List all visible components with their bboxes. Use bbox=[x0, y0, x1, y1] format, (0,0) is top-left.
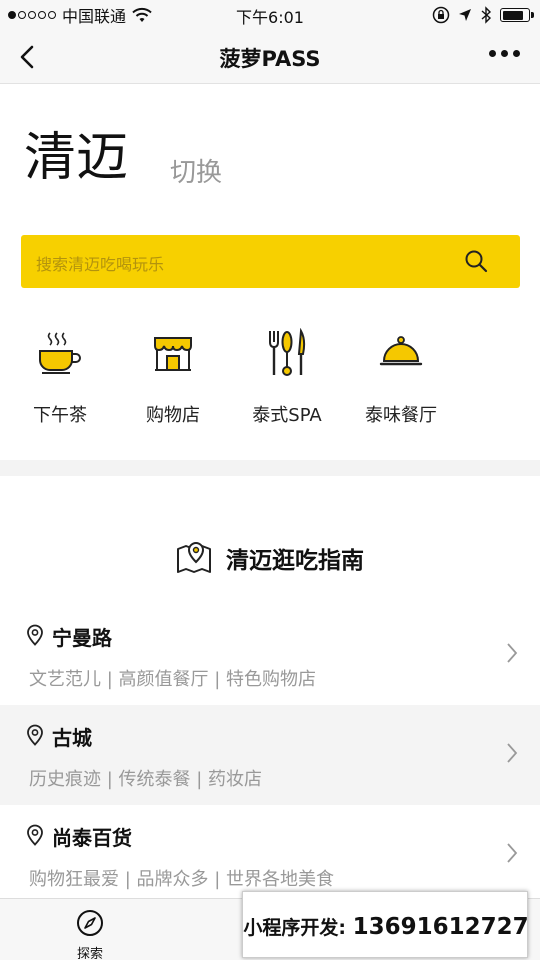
category-label: 泰味餐厅 bbox=[365, 405, 437, 426]
status-right bbox=[432, 5, 534, 25]
category-thai-restaurant[interactable]: 泰味餐厅 bbox=[341, 325, 461, 435]
location-arrow-icon bbox=[459, 9, 471, 21]
search-input[interactable]: 搜索清迈吃喝玩乐 bbox=[21, 235, 520, 288]
spa-tools-icon bbox=[257, 325, 317, 381]
area-tags: 购物狂最爱 | 品牌众多 | 世界各地美食 bbox=[29, 869, 335, 890]
area-tags: 历史痕迹 | 传统泰餐 | 药妆店 bbox=[29, 769, 263, 790]
promo-phone: 13691612727 bbox=[352, 914, 529, 940]
city-name: 清迈 bbox=[24, 128, 129, 188]
category-thai-spa[interactable]: 泰式SPA bbox=[227, 325, 347, 435]
list-item[interactable]: 古城 历史痕迹 | 传统泰餐 | 药妆店 bbox=[0, 705, 540, 805]
area-name: 尚泰百货 bbox=[52, 826, 132, 850]
guide-header: 清迈逛吃指南 bbox=[0, 538, 540, 578]
category-afternoon-tea[interactable]: 下午茶 bbox=[0, 325, 120, 435]
rotation-lock-icon bbox=[432, 6, 450, 24]
area-tags: 文艺范儿 | 高颜值餐厅 | 特色购物店 bbox=[29, 669, 317, 690]
category-shopping[interactable]: 购物店 bbox=[113, 325, 233, 435]
page-title: 菠萝PASS bbox=[219, 47, 321, 71]
category-label: 下午茶 bbox=[33, 405, 87, 426]
food-cloche-icon bbox=[371, 325, 431, 381]
promo-label: 小程序开发: bbox=[243, 917, 346, 939]
tab-explore[interactable]: 探索 bbox=[0, 899, 180, 960]
bluetooth-icon bbox=[481, 6, 492, 24]
battery-icon bbox=[500, 8, 534, 22]
location-pin-icon bbox=[27, 624, 43, 646]
chevron-right-icon bbox=[507, 743, 518, 763]
search-icon[interactable] bbox=[464, 249, 488, 273]
teacup-icon bbox=[30, 325, 90, 381]
list-item[interactable]: 宁曼路 文艺范儿 | 高颜值餐厅 | 特色购物店 bbox=[0, 605, 540, 705]
tab-label: 探索 bbox=[76, 947, 103, 960]
switch-city-button[interactable]: 切换 bbox=[170, 152, 222, 189]
more-icon[interactable] bbox=[489, 50, 520, 57]
list-item[interactable]: 尚泰百货 购物狂最爱 | 品牌众多 | 世界各地美食 bbox=[0, 805, 540, 905]
promo-text: 小程序开发: 13691612727 bbox=[243, 913, 529, 940]
category-label: 购物店 bbox=[146, 405, 200, 426]
shop-icon bbox=[143, 325, 203, 381]
compass-icon bbox=[77, 910, 103, 936]
category-label: 泰式SPA bbox=[252, 405, 322, 426]
section-divider bbox=[0, 460, 540, 476]
nav-bar: 菠萝PASS bbox=[0, 30, 540, 84]
area-name: 古城 bbox=[52, 726, 92, 750]
battery-level-fill bbox=[502, 10, 523, 20]
map-pin-icon bbox=[177, 541, 211, 573]
guide-title: 清迈逛吃指南 bbox=[226, 548, 364, 574]
promo-overlay: 小程序开发: 13691612727 bbox=[242, 891, 529, 958]
location-pin-icon bbox=[27, 824, 43, 846]
search-placeholder: 搜索清迈吃喝玩乐 bbox=[36, 255, 165, 274]
location-pin-icon bbox=[27, 724, 43, 746]
chevron-right-icon bbox=[507, 643, 518, 663]
chevron-right-icon bbox=[507, 843, 518, 863]
status-bar: 中国联通 下午6:01 bbox=[0, 0, 540, 30]
area-name: 宁曼路 bbox=[52, 626, 112, 650]
